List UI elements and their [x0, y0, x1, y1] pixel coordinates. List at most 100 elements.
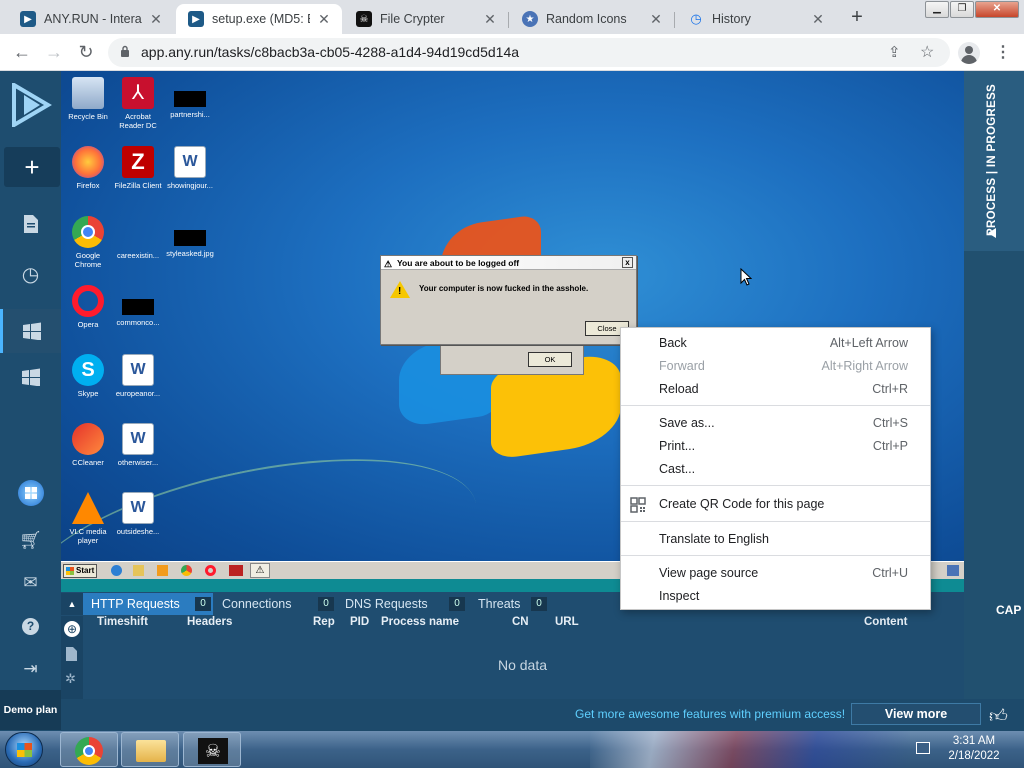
new-task-button[interactable]: +	[4, 147, 60, 187]
desktop-icon-skype[interactable]: S Skype	[63, 354, 113, 398]
desktop-icon-acrobat[interactable]: ⅄ Acrobat Reader DC	[113, 77, 163, 130]
menu-item-view-source[interactable]: View page source Ctrl+U	[621, 562, 930, 584]
column-process-name[interactable]: Process name	[381, 616, 459, 628]
desktop-icon-otherwiser[interactable]: Wotherwiser...	[113, 423, 163, 467]
desktop-icon-filezilla[interactable]: Z FileZilla Client	[113, 146, 163, 190]
minimize-button[interactable]: ▁	[925, 1, 949, 18]
explorer-icon[interactable]	[133, 565, 144, 576]
profile-avatar-icon[interactable]	[958, 42, 980, 64]
taskbar-file-crypter[interactable]: ☠	[183, 732, 241, 767]
opera-icon[interactable]	[205, 565, 216, 576]
menu-item-print[interactable]: Print... Ctrl+P	[621, 435, 930, 457]
demo-plan-badge[interactable]: Demo plan	[0, 690, 61, 730]
share-icon[interactable]: ⇪	[888, 43, 901, 61]
media-icon[interactable]	[157, 565, 168, 576]
desktop-icon-vlc[interactable]: VLC media player	[63, 492, 113, 545]
chrome-icon[interactable]	[181, 565, 192, 576]
menu-item-back[interactable]: Back Alt+Left Arrow	[621, 332, 930, 354]
ie-icon[interactable]	[111, 565, 122, 576]
process-status-tab[interactable]: PROCESS | IN PROGRESS	[964, 71, 1024, 251]
mail-button[interactable]: ✉	[0, 563, 61, 603]
column-headers[interactable]: Headers	[187, 616, 232, 628]
back-button[interactable]: ←	[10, 40, 34, 64]
menu-item-forward[interactable]: Forward Alt+Right Arrow	[621, 355, 930, 377]
bug-icon[interactable]: ✲	[65, 671, 76, 687]
column-rep[interactable]: Rep	[313, 616, 335, 628]
menu-item-reload[interactable]: Reload Ctrl+R	[621, 378, 930, 400]
desktop-icon-opera[interactable]: Opera	[63, 285, 113, 329]
tab-dns-requests[interactable]: DNS Requests 0	[337, 593, 467, 615]
collapse-up-icon[interactable]: ▲	[61, 593, 83, 615]
maximize-button[interactable]: ❐	[950, 1, 974, 18]
tab-http-requests[interactable]: HTTP Requests 0	[83, 593, 213, 615]
desktop-icon-chrome[interactable]: Google Chrome	[63, 216, 113, 269]
taskbar-explorer[interactable]	[121, 732, 179, 767]
anyrun-logo-icon[interactable]	[0, 79, 61, 131]
desktop-icon-ccleaner[interactable]: CCleaner	[63, 423, 113, 467]
tab-threats[interactable]: Threats 0	[470, 593, 550, 615]
close-icon[interactable]: ✕	[482, 11, 498, 27]
globe-icon[interactable]: ⊕	[64, 621, 80, 637]
desktop-icon-outsideshe[interactable]: Woutsideshe...	[113, 492, 163, 536]
menu-item-save-as[interactable]: Save as... Ctrl+S	[621, 412, 930, 434]
network-tray-icon[interactable]	[916, 742, 930, 754]
reload-button[interactable]: ↻	[74, 40, 98, 64]
desktop-icon-partnership[interactable]: partnershi...	[165, 91, 215, 119]
window-close-button[interactable]: ✕	[975, 1, 1019, 18]
premium-message[interactable]: Get more awesome features with premium a…	[575, 707, 845, 721]
desktop-icon-firefox[interactable]: Firefox	[63, 146, 113, 190]
desktop-icon-styleasked[interactable]: styleasked.jpg	[165, 230, 215, 258]
tab-anyrun[interactable]: ▶ ANY.RUN - Interac ✕	[8, 4, 174, 34]
column-cn[interactable]: CN	[512, 616, 529, 628]
desktop-icon-showingjour[interactable]: Wshowingjour...	[165, 146, 215, 190]
column-pid[interactable]: PID	[350, 616, 369, 628]
vm-start-button[interactable]: Start	[63, 564, 97, 578]
column-content[interactable]: Content	[864, 616, 907, 628]
windows-vm-button[interactable]	[0, 357, 61, 397]
url-text[interactable]: app.any.run/tasks/c8bacb3a-cb05-4288-a1d…	[141, 44, 519, 60]
app-icon[interactable]	[229, 565, 243, 576]
taskbar-chrome[interactable]	[60, 732, 118, 767]
forward-button[interactable]: →	[42, 40, 66, 64]
taskbar-clock[interactable]: 3:31 AM 2/18/2022	[930, 734, 1018, 764]
tab-connections[interactable]: Connections 0	[214, 593, 336, 615]
close-icon[interactable]: ✕	[810, 11, 826, 27]
menu-item-translate[interactable]: Translate to English	[621, 528, 930, 550]
menu-item-cast[interactable]: Cast...	[621, 458, 930, 480]
cart-button[interactable]: 🛒︎	[0, 520, 61, 560]
tab-setup-exe[interactable]: ▶ setup.exe (MD5: E6 ✕	[176, 4, 342, 34]
tab-random-icons[interactable]: ★ Random Icons ✕	[510, 4, 674, 34]
browser-toolbar: ← → ↻ app.any.run/tasks/c8bacb3a-cb05-42…	[0, 34, 1024, 71]
windows-11-button[interactable]	[0, 473, 61, 513]
desktop-icon-recycle-bin[interactable]: Recycle Bin	[63, 77, 113, 121]
close-icon[interactable]: ✕	[648, 11, 664, 27]
column-url[interactable]: URL	[555, 616, 579, 628]
warning-icon[interactable]: ⚠	[250, 563, 270, 578]
tab-history[interactable]: ◷ History ✕	[676, 4, 836, 34]
help-button[interactable]: ?	[0, 606, 61, 646]
reports-button[interactable]	[0, 204, 61, 244]
pcap-label[interactable]: CAP	[996, 603, 1021, 617]
view-more-button[interactable]: View more	[851, 703, 981, 725]
kebab-menu-icon[interactable]: ⋮	[995, 42, 1011, 62]
history-button[interactable]: ◷	[0, 254, 61, 294]
desktop-icon-careexistin[interactable]: careexistin...	[113, 216, 163, 260]
desktop-icon-europeanor[interactable]: Weuropeanor...	[113, 354, 163, 398]
bookmark-star-icon[interactable]: ☆	[920, 42, 934, 62]
windows-start-button[interactable]	[5, 732, 43, 767]
close-icon[interactable]: ✕	[316, 11, 332, 27]
menu-item-inspect[interactable]: Inspect	[621, 585, 930, 607]
ok-button[interactable]: OK	[528, 352, 572, 367]
logout-button[interactable]: ⇥	[0, 649, 61, 689]
dialog-close-icon[interactable]: x	[622, 257, 633, 268]
desktop-icon-commonco[interactable]: commonco...	[113, 299, 163, 327]
tray-icon[interactable]	[947, 565, 959, 576]
tab-file-crypter[interactable]: ☠ File Crypter ✕	[344, 4, 508, 34]
address-bar[interactable]: app.any.run/tasks/c8bacb3a-cb05-4288-a1d…	[108, 38, 950, 67]
close-icon[interactable]: ✕	[148, 11, 164, 27]
menu-item-create-qr-code[interactable]: Create QR Code for this page	[621, 493, 930, 515]
windows-7-vm-button[interactable]	[0, 309, 61, 353]
thumbs-up-icon[interactable]: 👍︎	[989, 705, 1008, 727]
new-tab-button[interactable]: +	[846, 7, 868, 29]
column-timeshift[interactable]: Timeshift	[97, 616, 148, 628]
